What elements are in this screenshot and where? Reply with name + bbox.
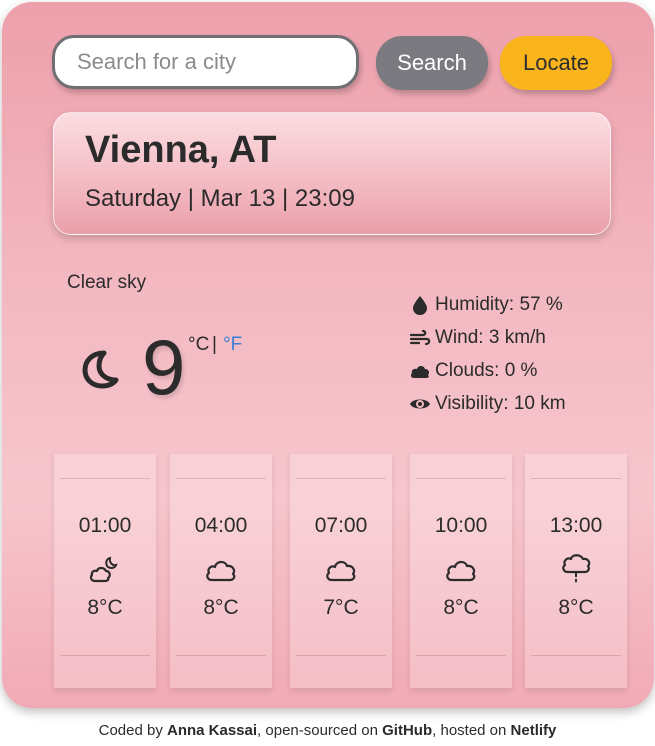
- current-temperature: 9: [142, 323, 186, 411]
- eye-icon: [410, 399, 430, 408]
- forecast-item: 01:00 8°C: [54, 454, 156, 688]
- forecast-temp: 8°C: [558, 596, 594, 619]
- visibility-row: Visibility: 10 km: [409, 387, 566, 420]
- location-panel: Vienna, AT Saturday | Mar 13 | 23:09: [53, 112, 611, 235]
- footer-coded-by: Coded by: [98, 722, 167, 739]
- divider: [296, 478, 386, 479]
- city-name: Vienna, AT: [85, 129, 277, 171]
- forecast-item: 10:00 8°C: [410, 454, 512, 688]
- celsius-unit[interactable]: °C: [188, 334, 209, 356]
- light-rain-icon: [562, 554, 591, 583]
- divider: [60, 655, 150, 656]
- forecast-temp: 8°C: [203, 596, 239, 619]
- divider: [60, 478, 150, 479]
- humidity-row: Humidity: 57 %: [409, 288, 566, 321]
- cloud-icon: [446, 560, 476, 582]
- forecast-item: 04:00 8°C: [170, 454, 272, 688]
- forecast-time: 10:00: [434, 514, 488, 537]
- forecast-time: 13:00: [549, 514, 603, 537]
- cloud-icon: [206, 560, 236, 582]
- divider: [296, 655, 386, 656]
- forecast-item: 13:00 8°C: [525, 454, 627, 688]
- divider: [416, 478, 506, 479]
- forecast-time: 07:00: [314, 514, 368, 537]
- footer-hosted: , hosted on: [432, 722, 511, 739]
- forecast-item: 07:00 7°C: [290, 454, 392, 688]
- moon-icon: [82, 350, 119, 389]
- netlify-link[interactable]: Netlify: [511, 722, 557, 739]
- clouds-text: Clouds: 0 %: [435, 359, 538, 381]
- footer-open-sourced: , open-sourced on: [257, 722, 383, 739]
- hourly-forecast: 01:00 8°C 04:00 8°C 07:00 7°C 10:00 8°C …: [54, 454, 634, 688]
- forecast-time: 04:00: [194, 514, 248, 537]
- fahrenheit-link[interactable]: °F: [223, 334, 242, 356]
- droplet-icon: [413, 295, 427, 315]
- partly-cloudy-night-icon: [89, 556, 118, 583]
- unit-separator: |: [212, 334, 217, 355]
- footer: Coded by Anna Kassai, open-sourced on Gi…: [0, 722, 655, 739]
- wind-text: Wind: 3 km/h: [435, 326, 546, 348]
- weather-description: Clear sky: [67, 272, 147, 293]
- current-datetime: Saturday | Mar 13 | 23:09: [85, 185, 355, 212]
- divider: [531, 655, 621, 656]
- clouds-row: Clouds: 0 %: [409, 354, 566, 387]
- search-input[interactable]: [52, 35, 359, 89]
- humidity-text: Humidity: 57 %: [435, 293, 563, 315]
- locate-button[interactable]: Locate: [500, 36, 612, 90]
- forecast-time: 01:00: [78, 514, 132, 537]
- divider: [176, 478, 266, 479]
- search-button[interactable]: Search: [376, 36, 488, 90]
- cloud-icon: [410, 365, 429, 378]
- author-link[interactable]: Anna Kassai: [167, 722, 257, 739]
- divider: [176, 655, 266, 656]
- divider: [531, 478, 621, 479]
- weather-details: Humidity: 57 % Wind: 3 km/h Clouds: 0 % …: [409, 288, 566, 420]
- cloud-icon: [326, 560, 356, 582]
- divider: [416, 655, 506, 656]
- github-link[interactable]: GitHub: [382, 722, 432, 739]
- wind-row: Wind: 3 km/h: [409, 321, 566, 354]
- forecast-temp: 8°C: [443, 596, 479, 619]
- weather-card: Search Locate Vienna, AT Saturday | Mar …: [2, 2, 654, 708]
- forecast-temp: 8°C: [87, 596, 123, 619]
- wind-icon: [409, 329, 431, 345]
- forecast-temp: 7°C: [323, 596, 359, 619]
- visibility-text: Visibility: 10 km: [435, 392, 566, 414]
